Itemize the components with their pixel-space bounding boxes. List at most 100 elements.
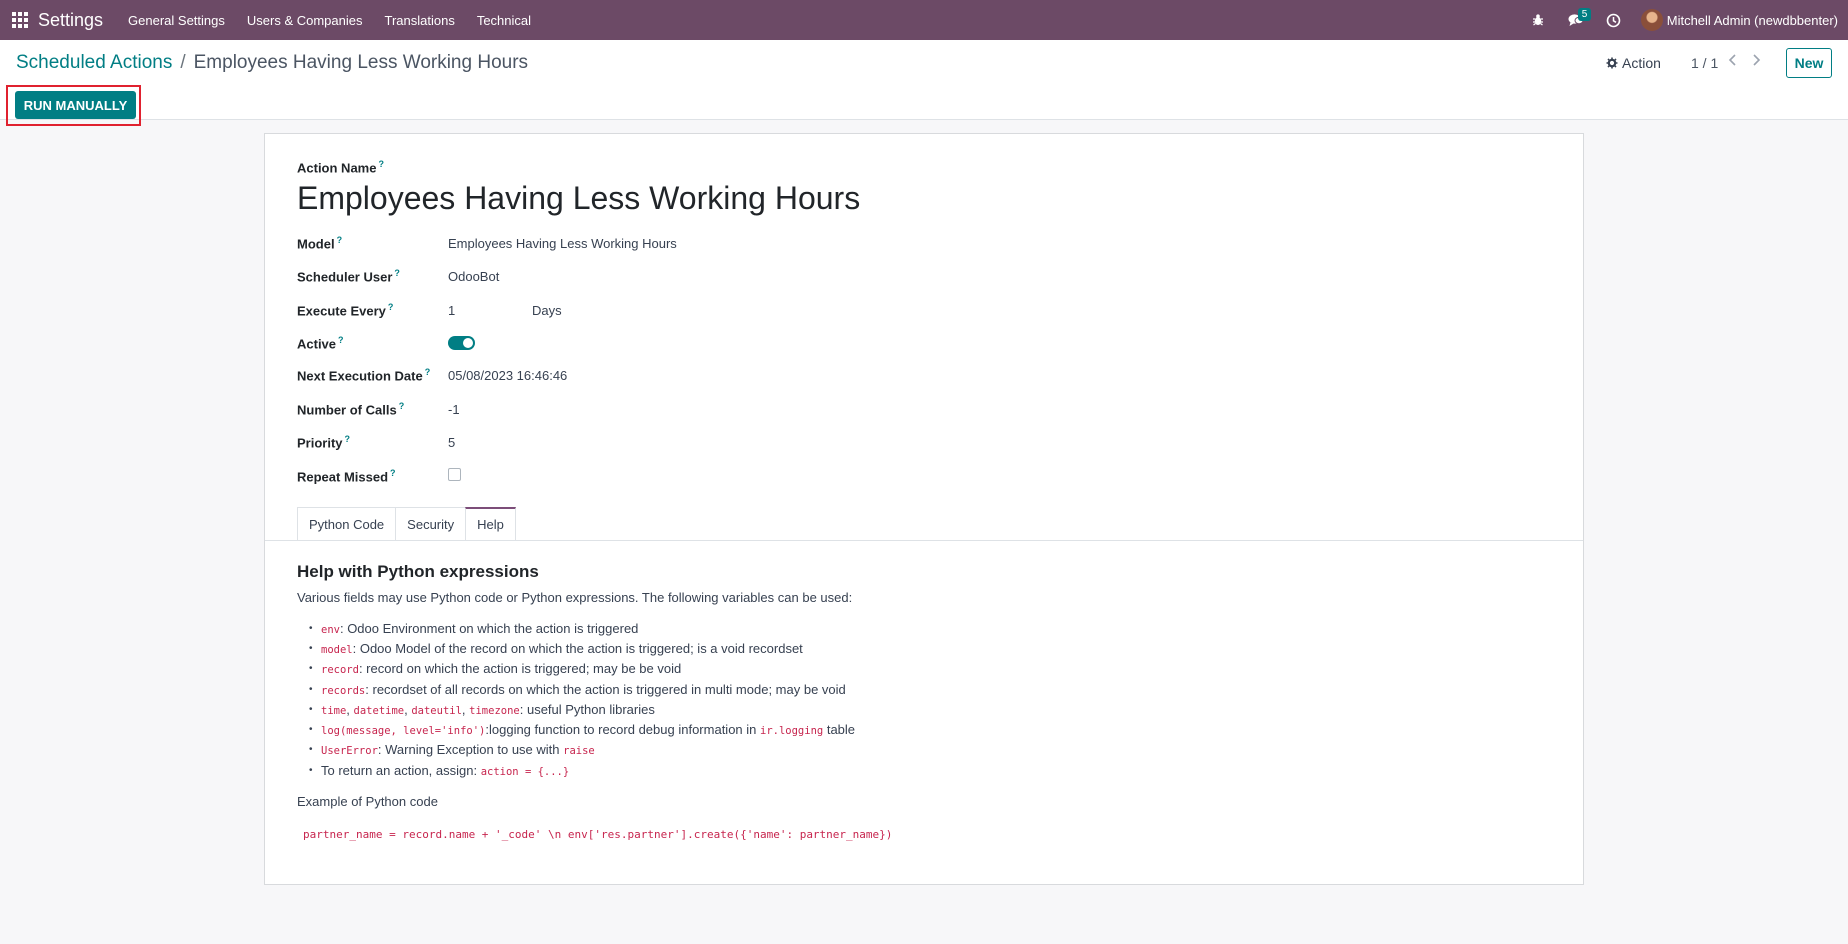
avatar[interactable]	[1640, 9, 1663, 31]
record-title[interactable]: Employees Having Less Working Hours	[297, 180, 860, 217]
code-token: timezone	[469, 704, 520, 717]
scheduler-user-label: Scheduler User?	[297, 268, 400, 285]
help-list-item: • To return an action, assign: action = {…	[297, 760, 1197, 780]
run-manually-button[interactable]: RUN MANUALLY	[15, 91, 136, 119]
help-intro: Various fields may use Python code or Py…	[297, 590, 853, 605]
action-name-label: Action Name?	[297, 159, 384, 176]
bullet-icon: •	[309, 663, 313, 675]
bullet-icon: •	[309, 642, 313, 654]
clock-icon[interactable]	[1599, 0, 1629, 40]
form-sheet: Action Name? Employees Having Less Worki…	[264, 133, 1584, 885]
control-panel: Scheduled Actions / Employees Having Les…	[0, 40, 1848, 120]
tab-divider	[265, 540, 1583, 541]
help-item-text: log(message, level='info'):logging funct…	[321, 722, 855, 737]
menu-users-companies[interactable]: Users & Companies	[236, 13, 374, 28]
priority-label: Priority?	[297, 434, 351, 451]
help-text: : Odoo Environment on which the action i…	[339, 620, 639, 636]
breadcrumb-separator: /	[180, 52, 186, 73]
code-token: records	[321, 684, 366, 697]
help-item-text: time, datetime, dateutil, timezone: usef…	[321, 702, 655, 717]
help-text: ,	[346, 701, 354, 717]
number-of-calls-value[interactable]: -1	[448, 402, 460, 417]
code-token: UserError	[321, 745, 378, 758]
help-text: table	[823, 722, 856, 738]
code-token: time	[321, 704, 347, 717]
bug-icon[interactable]	[1523, 0, 1553, 40]
code-token: raise	[563, 745, 595, 758]
help-item-text: record: record on which the action is tr…	[321, 661, 681, 676]
menu-general-settings[interactable]: General Settings	[117, 13, 236, 28]
help-variable-list: • env: Odoo Environment on which the acti…	[297, 618, 1197, 780]
active-label: Active?	[297, 335, 344, 352]
example-code: partner_name = record.name + '_code' \n …	[303, 828, 893, 841]
help-list-item: • env: Odoo Environment on which the acti…	[297, 618, 1197, 638]
new-button[interactable]: New	[1786, 48, 1832, 78]
help-item-text: env: Odoo Environment on which the actio…	[321, 621, 638, 636]
code-token: record	[321, 664, 359, 677]
tab-security[interactable]: Security	[395, 507, 466, 541]
pager-previous-icon[interactable]	[1728, 53, 1737, 69]
apps-menu-icon[interactable]	[10, 10, 30, 30]
help-item-text: UserError: Warning Exception to use with…	[321, 742, 595, 757]
help-list-item: • UserError: Warning Exception to use wit…	[297, 740, 1197, 760]
example-label: Example of Python code	[297, 794, 438, 809]
menu-translations[interactable]: Translations	[374, 13, 466, 28]
help-list-item: • model: Odoo Model of the record on whic…	[297, 638, 1197, 658]
tab-help[interactable]: Help	[465, 507, 516, 541]
top-navbar: Settings General Settings Users & Compan…	[0, 0, 1848, 40]
action-menu-button[interactable]: Action	[1606, 55, 1661, 71]
breadcrumb-current: Employees Having Less Working Hours	[193, 52, 529, 73]
help-text: : recordset of all records on which the …	[365, 681, 846, 697]
pager-next-icon[interactable]	[1752, 53, 1761, 69]
code-token: dateutil	[411, 704, 462, 717]
help-item-text: To return an action, assign: action = {.…	[321, 763, 569, 778]
navbar-systray: 5 Mitchell Admin (newdbbenter)	[1523, 0, 1848, 40]
help-list-item: • log(message, level='info'):logging func…	[297, 719, 1197, 739]
code-token: ir.logging	[760, 725, 824, 738]
model-value[interactable]: Employees Having Less Working Hours	[448, 236, 677, 251]
bullet-icon: •	[309, 764, 313, 776]
help-text: : Warning Exception to use with	[377, 742, 564, 758]
help-list-item: • records: recordset of all records on wh…	[297, 679, 1197, 699]
bullet-icon: •	[309, 724, 313, 736]
active-toggle[interactable]	[448, 336, 475, 350]
help-text: :logging function to record debug inform…	[485, 722, 760, 738]
number-of-calls-label: Number of Calls?	[297, 401, 405, 418]
code-token: model	[321, 643, 353, 656]
bullet-icon: •	[309, 683, 313, 695]
code-token: datetime	[353, 704, 405, 717]
code-token: action = {...}	[480, 765, 570, 778]
help-item-text: model: Odoo Model of the record on which…	[321, 641, 803, 656]
menu-technical[interactable]: Technical	[466, 13, 542, 28]
gear-icon	[1606, 57, 1618, 69]
breadcrumb: Scheduled Actions / Employees Having Les…	[16, 52, 528, 74]
help-text: : Odoo Model of the record on which the …	[352, 640, 803, 656]
model-label: Model?	[297, 235, 343, 252]
help-list-item: • record: record on which the action is t…	[297, 659, 1197, 679]
action-label: Action	[1622, 55, 1661, 71]
breadcrumb-scheduled-actions[interactable]: Scheduled Actions	[16, 52, 172, 74]
repeat-missed-checkbox[interactable]	[448, 468, 461, 481]
help-tooltip-icon[interactable]: ?	[378, 159, 384, 169]
interval-unit-select[interactable]: Days	[532, 303, 562, 318]
bullet-icon: •	[309, 744, 313, 756]
repeat-missed-label: Repeat Missed?	[297, 468, 396, 485]
code-token: env	[321, 623, 340, 636]
priority-value[interactable]: 5	[448, 435, 455, 450]
scheduler-user-value[interactable]: OdooBot	[448, 269, 499, 284]
code-token: log(message, level='info')	[321, 725, 486, 738]
bullet-icon: •	[309, 622, 313, 634]
notebook-tabs: Python Code Security Help	[297, 507, 516, 541]
next-execution-label: Next Execution Date?	[297, 367, 431, 384]
tab-python-code[interactable]: Python Code	[297, 507, 396, 541]
user-menu[interactable]: Mitchell Admin (newdbbenter)	[1667, 13, 1838, 28]
next-execution-value[interactable]: 05/08/2023 16:46:46	[448, 368, 567, 383]
pager-value[interactable]: 1 / 1	[1691, 55, 1718, 71]
help-item-text: records: recordset of all records on whi…	[321, 682, 846, 697]
help-title: Help with Python expressions	[297, 562, 539, 581]
execute-every-label: Execute Every?	[297, 302, 394, 319]
app-brand[interactable]: Settings	[38, 10, 103, 31]
messages-badge: 5	[1577, 8, 1592, 21]
interval-number-input[interactable]: 1	[448, 303, 455, 318]
messages-icon[interactable]: 5	[1561, 0, 1592, 40]
